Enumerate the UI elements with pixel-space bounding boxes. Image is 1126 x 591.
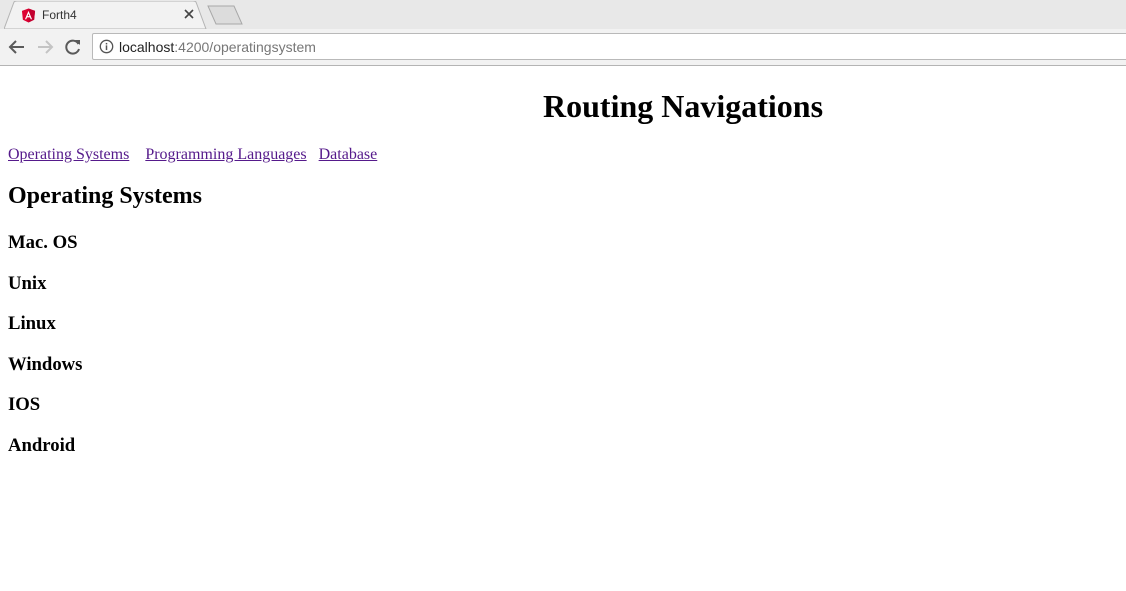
url-text[interactable]: localhost:4200/operatingsystem	[119, 39, 316, 55]
list-item: Unix	[8, 272, 47, 294]
list-item: IOS	[8, 394, 41, 416]
list-item: Linux	[8, 313, 56, 335]
list-item: Windows	[8, 353, 83, 375]
forward-arrow-icon[interactable]	[35, 37, 55, 57]
nav-link-operating-systems[interactable]: Operating Systems	[8, 146, 129, 163]
route-nav: Operating Systems Programming Languages Da…	[8, 146, 377, 164]
browser-toolbar: localhost:4200/operatingsystem	[0, 29, 1126, 66]
address-bar[interactable]: localhost:4200/operatingsystem	[92, 33, 1126, 60]
list-item: Android	[8, 434, 76, 456]
close-icon[interactable]	[183, 8, 195, 20]
nav-link-programming-languages[interactable]: Programming Languages	[145, 146, 306, 163]
browser-tab[interactable]: Forth4	[4, 1, 207, 29]
nav-link-database[interactable]: Database	[319, 146, 378, 163]
os-list: Mac. OS Unix Linux Windows IOS Android	[8, 232, 82, 476]
url-path: :4200/operatingsystem	[174, 39, 316, 55]
tab-title: Forth4	[42, 8, 77, 22]
back-arrow-icon[interactable]	[7, 37, 27, 57]
reload-icon[interactable]	[63, 37, 83, 57]
section-heading: Operating Systems	[8, 183, 202, 209]
new-tab-button[interactable]	[206, 5, 246, 25]
url-host: localhost	[119, 39, 175, 55]
page-title: Routing Navigations	[543, 88, 824, 124]
list-item: Mac. OS	[8, 232, 78, 253]
angular-logo-icon	[21, 8, 36, 23]
info-icon[interactable]	[99, 39, 114, 54]
browser-tab-strip: Forth4	[0, 0, 1126, 29]
